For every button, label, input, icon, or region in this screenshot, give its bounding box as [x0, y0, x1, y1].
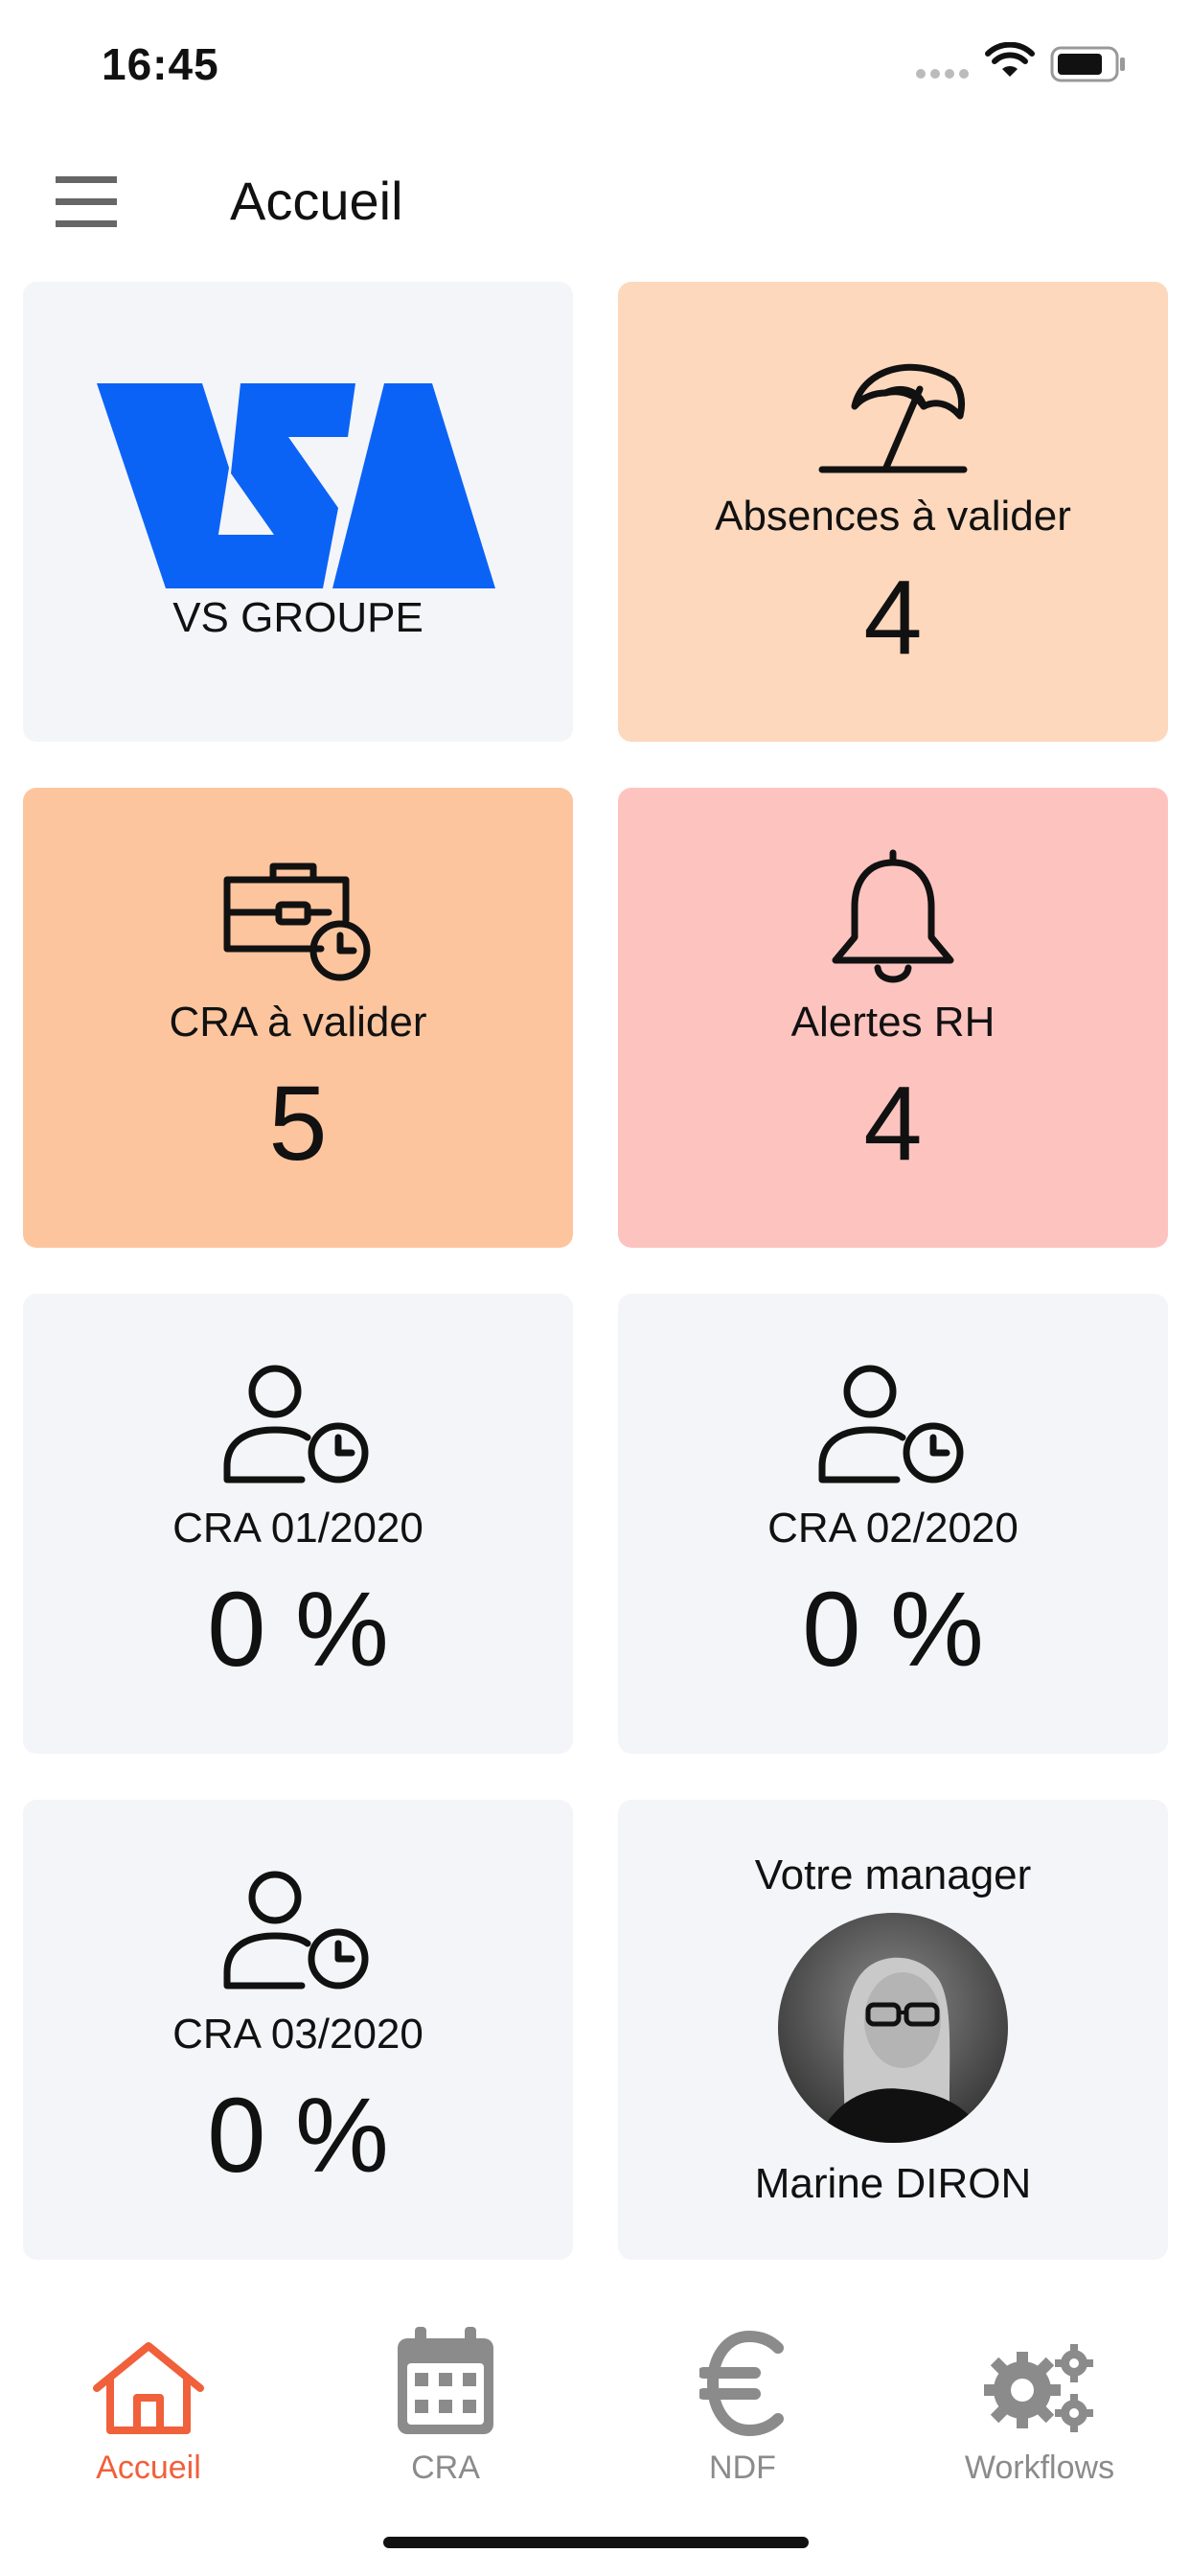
cra-03-label: CRA 03/2020	[172, 2011, 423, 2058]
manager-name: Marine DIRON	[754, 2160, 1032, 2207]
page-title: Accueil	[230, 171, 403, 231]
cra-validate-label: CRA à valider	[169, 999, 427, 1046]
manager-avatar[interactable]	[778, 1913, 1008, 2143]
cra-01-tile[interactable]: CRA 01/2020 0 %	[23, 1294, 573, 1754]
tab-workflows[interactable]: Workflows	[891, 2319, 1188, 2487]
user-clock-icon	[818, 1365, 964, 1484]
tab-bar: Accueil CRA NDF Workflows	[0, 2281, 1190, 2501]
cra-02-label: CRA 02/2020	[767, 1505, 1018, 1552]
signal-icon	[916, 69, 969, 79]
bell-icon	[832, 849, 954, 983]
cra-01-label: CRA 01/2020	[172, 1505, 423, 1552]
alerts-label: Alertes RH	[790, 999, 995, 1046]
alerts-count: 4	[863, 1065, 923, 1183]
manager-tile[interactable]: Votre manager Marine DIRON	[618, 1800, 1168, 2260]
vsa-logo-icon	[97, 383, 495, 588]
euro-icon	[699, 2331, 784, 2436]
battery-icon	[1050, 46, 1125, 82]
status-time: 16:45	[102, 39, 219, 89]
wifi-icon	[985, 42, 1035, 77]
gears-icon	[984, 2344, 1093, 2432]
hamburger-menu-icon[interactable]	[48, 163, 125, 240]
cra-03-tile[interactable]: CRA 03/2020 0 %	[23, 1800, 573, 2260]
absences-count: 4	[863, 559, 923, 677]
home-icon	[93, 2342, 204, 2434]
cra-02-percent: 0 %	[802, 1571, 984, 1689]
manager-photo	[778, 1913, 1008, 2143]
home-indicator[interactable]	[383, 2537, 809, 2548]
cra-03-percent: 0 %	[207, 2077, 389, 2195]
company-logo	[68, 381, 528, 592]
tab-ndf-label: NDF	[709, 2450, 776, 2486]
app-header: Accueil	[0, 134, 1190, 278]
tab-accueil-label: Accueil	[96, 2450, 201, 2486]
user-clock-icon	[223, 1365, 369, 1484]
tab-ndf[interactable]: NDF	[594, 2319, 891, 2487]
tab-workflows-label: Workflows	[964, 2450, 1115, 2486]
absences-tile[interactable]: Absences à valider 4	[618, 282, 1168, 742]
calendar-icon	[398, 2327, 493, 2434]
cra-validate-tile[interactable]: CRA à valider 5	[23, 788, 573, 1248]
user-clock-icon	[223, 1871, 369, 1990]
company-name: VS GROUPE	[172, 594, 423, 641]
company-tile[interactable]: VS GROUPE	[23, 282, 573, 742]
absences-label: Absences à valider	[715, 493, 1071, 540]
status-bar: 16:45	[0, 0, 1190, 134]
manager-title: Votre manager	[754, 1852, 1032, 1898]
alerts-tile[interactable]: Alertes RH 4	[618, 788, 1168, 1248]
tab-accueil[interactable]: Accueil	[0, 2319, 297, 2487]
briefcase-clock-icon	[223, 862, 371, 981]
cra-validate-count: 5	[268, 1065, 328, 1183]
tab-cra[interactable]: CRA	[297, 2319, 594, 2487]
tab-cra-label: CRA	[411, 2450, 480, 2486]
beach-umbrella-icon	[818, 363, 968, 473]
cra-01-percent: 0 %	[207, 1571, 389, 1689]
cra-02-tile[interactable]: CRA 02/2020 0 %	[618, 1294, 1168, 1754]
